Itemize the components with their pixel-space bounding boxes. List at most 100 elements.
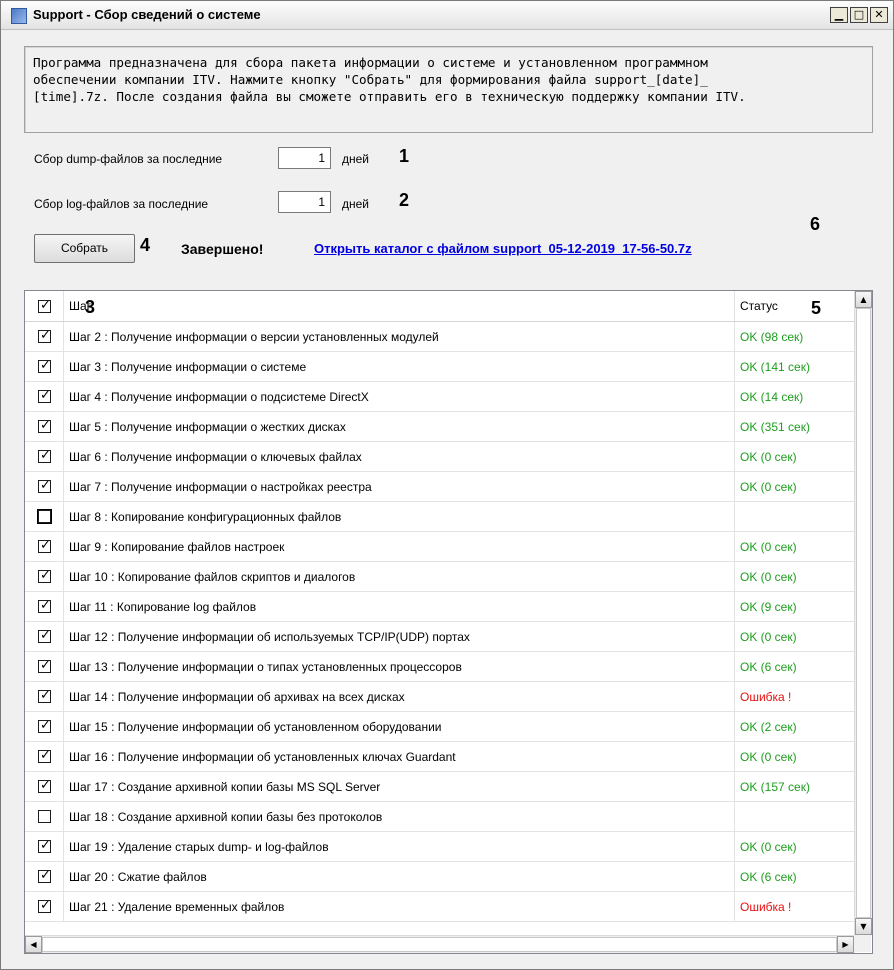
step-checkbox[interactable]: ✓ <box>38 628 51 643</box>
vertical-scrollbar[interactable]: ▲ ▼ <box>854 291 872 935</box>
step-label: Шаг 3 : Получение информации о системе <box>69 360 307 374</box>
step-checkbox[interactable]: ✓ <box>38 837 51 853</box>
check-icon: ✓ <box>40 657 51 672</box>
list-item[interactable]: ✓ Шаг 2 : Получение информации о версии у… <box>25 322 854 352</box>
list-header: ✓ Шаг 3 Статус 5 <box>25 291 854 322</box>
step-checkbox[interactable]: ✓ <box>38 567 51 583</box>
step-checkbox[interactable]: ✓ <box>38 478 51 493</box>
step-status: OK (0 сек) <box>740 540 797 554</box>
step-checkbox[interactable]: ✓ <box>38 388 51 403</box>
callout-4: 4 <box>140 235 151 255</box>
step-checkbox[interactable]: ✓ <box>38 867 51 883</box>
log-days-unit: дней <box>342 197 370 211</box>
list-item[interactable]: ✓ Шаг 5 : Получение информации о жестких … <box>25 412 854 442</box>
step-label: Шаг 9 : Копирование файлов настроек <box>69 540 285 554</box>
scroll-left-icon[interactable]: ◀ <box>25 936 42 953</box>
step-checkbox[interactable]: ✓ <box>38 718 51 733</box>
step-checkbox[interactable] <box>37 509 52 524</box>
step-checkbox[interactable]: ✓ <box>38 328 51 343</box>
step-label: Шаг 2 : Получение информации о версии ус… <box>69 330 439 344</box>
log-days-input[interactable]: 1 <box>278 191 331 213</box>
step-checkbox[interactable]: ✓ <box>38 687 51 703</box>
list-item[interactable]: ✓ Шаг 20 : Сжатие файлов OK (6 сек) <box>25 862 854 892</box>
step-checkbox[interactable]: ✓ <box>38 447 51 463</box>
list-item[interactable]: ✓ Шаг 3 : Получение информации о системе O… <box>25 352 854 382</box>
step-status: OK (351 сек) <box>740 420 810 434</box>
select-all-checkbox[interactable]: ✓ <box>38 298 51 313</box>
step-label: Шаг 8 : Копирование конфигурационных фай… <box>69 510 342 524</box>
list-item[interactable]: ✓ Шаг 16 : Получение информации об устано… <box>25 742 854 772</box>
support-window: Support - Сбор сведений о системе ▁ □ ✕ … <box>0 0 894 970</box>
list-item[interactable]: ✓ Шаг 10 : Копирование файлов скриптов и … <box>25 562 854 592</box>
open-folder-link[interactable]: Открыть каталог с файлом support_05-12-2… <box>314 241 692 256</box>
column-header-status[interactable]: Статус <box>740 299 778 313</box>
check-icon: ✓ <box>40 687 51 702</box>
list-item[interactable]: ✓ Шаг 12 : Получение информации об исполь… <box>25 622 854 652</box>
list-item[interactable]: ✓ Шаг 7 : Получение информации о настройк… <box>25 472 854 502</box>
vertical-scroll-thumb[interactable] <box>856 308 871 918</box>
step-label: Шаг 19 : Удаление старых dump- и log-фай… <box>69 840 329 854</box>
step-status: Ошибка ! <box>740 900 792 914</box>
list-item[interactable]: ✓ Шаг 14 : Получение информации об архива… <box>25 682 854 712</box>
list-item[interactable]: ✓ Шаг 13 : Получение информации о типах у… <box>25 652 854 682</box>
horizontal-scrollbar[interactable]: ◀ ▶ <box>25 935 854 953</box>
step-checkbox[interactable]: ✓ <box>38 898 51 913</box>
check-icon: ✓ <box>40 417 51 432</box>
app-icon <box>11 8 27 24</box>
scroll-up-icon[interactable]: ▲ <box>855 291 872 308</box>
callout-6: 6 <box>810 214 821 234</box>
step-checkbox[interactable]: ✓ <box>38 657 51 673</box>
list-item[interactable]: ✓ Шаг 9 : Копирование файлов настроек OK (… <box>25 532 854 562</box>
dump-days-input[interactable]: 1 <box>278 147 331 169</box>
status-message: Завершено! <box>181 241 264 257</box>
step-checkbox[interactable]: ✓ <box>38 538 51 553</box>
list-item[interactable]: ✓ Шаг 17 : Создание архивной копии базы M… <box>25 772 854 802</box>
list-item[interactable]: Шаг 18 : Создание архивной копии базы бе… <box>25 802 854 832</box>
window-title: Support - Сбор сведений о системе <box>33 7 261 22</box>
scroll-down-icon[interactable]: ▼ <box>855 918 872 935</box>
step-label: Шаг 7 : Получение информации о настройка… <box>69 480 372 494</box>
title-bar[interactable]: Support - Сбор сведений о системе ▁ □ ✕ <box>1 1 893 30</box>
list-item[interactable]: ✓ Шаг 21 : Удаление временных файлов Ошибк… <box>25 892 854 922</box>
list-item[interactable]: ✓ Шаг 15 : Получение информации об устано… <box>25 712 854 742</box>
step-checkbox[interactable]: ✓ <box>38 598 51 613</box>
horizontal-scroll-thumb[interactable] <box>42 937 837 952</box>
list-item[interactable]: ✓ Шаг 11 : Копирование log файлов OK (9 се… <box>25 592 854 622</box>
step-checkbox[interactable]: ✓ <box>38 358 51 373</box>
check-icon: ✓ <box>40 447 51 462</box>
step-label: Шаг 17 : Создание архивной копии базы MS… <box>69 780 381 794</box>
step-checkbox[interactable]: ✓ <box>38 417 51 433</box>
step-label: Шаг 5 : Получение информации о жестких д… <box>69 420 346 434</box>
step-label: Шаг 20 : Сжатие файлов <box>69 870 207 884</box>
step-status: OK (9 сек) <box>740 600 797 614</box>
list-item[interactable]: ✓ Шаг 6 : Получение информации о ключевых… <box>25 442 854 472</box>
list-item[interactable]: ✓ Шаг 4 : Получение информации о подсисте… <box>25 382 854 412</box>
collect-button[interactable]: Собрать <box>34 234 135 263</box>
close-button[interactable]: ✕ <box>870 7 888 23</box>
list-item[interactable]: ✓ Шаг 19 : Удаление старых dump- и log-фа… <box>25 832 854 862</box>
callout-3: 3 <box>85 297 96 317</box>
step-status: OK (14 сек) <box>740 390 804 404</box>
step-status: OK (0 сек) <box>740 840 797 854</box>
check-icon: ✓ <box>40 567 51 582</box>
check-icon: ✓ <box>40 837 51 852</box>
list-item[interactable]: Шаг 8 : Копирование конфигурационных фай… <box>25 502 854 532</box>
step-checkbox[interactable]: ✓ <box>38 778 51 793</box>
check-icon: ✓ <box>40 867 51 882</box>
step-status: Ошибка ! <box>740 690 792 704</box>
step-label: Шаг 6 : Получение информации о ключевых … <box>69 450 362 464</box>
step-label: Шаг 13 : Получение информации о типах ус… <box>69 660 462 674</box>
step-status: OK (0 сек) <box>740 570 797 584</box>
callout-1: 1 <box>399 146 410 166</box>
step-status: OK (0 сек) <box>740 750 797 764</box>
description-box: Программа предназначена для сбора пакета… <box>24 46 873 133</box>
step-checkbox[interactable]: ✓ <box>38 748 51 763</box>
step-checkbox[interactable] <box>38 810 51 823</box>
scroll-right-icon[interactable]: ▶ <box>837 936 854 953</box>
step-label: Шаг 15 : Получение информации об установ… <box>69 720 442 734</box>
maximize-button[interactable]: □ <box>850 7 868 23</box>
step-label: Шаг 14 : Получение информации об архивах… <box>69 690 405 704</box>
step-label: Шаг 18 : Создание архивной копии базы бе… <box>69 810 383 824</box>
scroll-corner <box>854 935 871 952</box>
minimize-button[interactable]: ▁ <box>830 7 848 23</box>
